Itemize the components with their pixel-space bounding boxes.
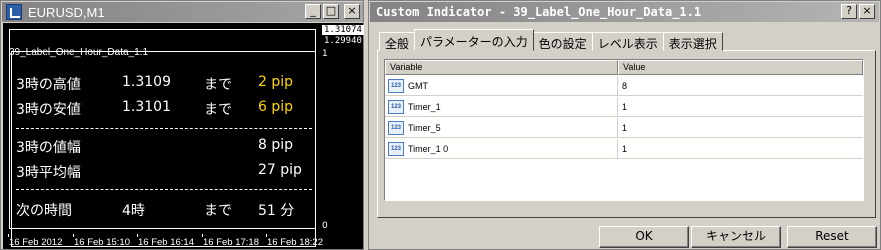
next-row: 次の時間 4時 まで 51 分 [12,200,317,222]
row-value[interactable]: 8 [622,81,627,91]
chart-window-icon [6,4,22,20]
low-pip: 6 pip [258,99,294,115]
row-variable: GMT [408,81,428,91]
range-label: 3時の値幅 [16,140,81,156]
low-label: 3時の安値 [16,102,81,118]
cancel-button[interactable]: キャンセル [691,226,781,248]
scale-min-label: 0 [322,221,328,231]
next-value: 4時 [122,203,145,219]
dialog-close-button[interactable]: × [859,4,875,19]
chart-titlebar[interactable]: EURUSD,M1 _ □ × [2,2,363,22]
grid-header: Variable Value [385,60,863,75]
help-button[interactable]: ? [841,4,857,19]
row-value[interactable]: 1 [622,102,627,112]
separator-2 [16,189,312,190]
table-row[interactable]: 123 Timer_5 1 [385,118,863,138]
time-label: 16 Feb 17:18 [203,237,259,248]
tab-colors[interactable]: 色の設定 [532,32,593,51]
avg-pip: 27 pip [258,162,302,178]
high-made: まで [204,77,232,93]
row-variable: Timer_1 [408,102,441,112]
high-value: 1.3109 [122,74,171,90]
tab-strip: 全般 パラメーターの入力 色の設定 レベル表示 表示選択 [379,29,723,51]
tab-general[interactable]: 全般 [379,32,416,51]
dialog-title: Custom Indicator - 39_Label_One_Hour_Dat… [376,5,702,19]
range-pip: 8 pip [258,137,294,153]
chart-title: EURUSD,M1 [28,4,105,20]
reset-button[interactable]: Reset [787,226,877,248]
parameters-grid[interactable]: Variable Value 123 GMT 8 123 Timer_1 1 123… [384,59,864,201]
table-row[interactable]: 123 Timer_1 0 1 [385,139,863,159]
integer-type-icon: 123 [388,100,404,114]
high-row: 3時の高値 1.3109 まで 2 pip [12,74,317,96]
minimize-button[interactable]: _ [305,4,321,19]
time-label: 16 Feb 2012 [9,237,63,248]
indicator-panel: 3時の高値 1.3109 まで 2 pip 3時の安値 1.3101 まで 6 … [11,51,316,247]
table-row[interactable]: 123 GMT 8 [385,76,863,96]
header-variable[interactable]: Variable [385,60,618,75]
next-label: 次の時間 [16,203,72,219]
time-axis[interactable]: 16 Feb 2012 16 Feb 15:10 16 Feb 16:14 16… [7,234,327,249]
price-label-second: 1.29940 [324,36,362,46]
custom-indicator-dialog: Custom Indicator - 39_Label_One_Hour_Dat… [368,0,881,250]
tab-inputs[interactable]: パラメーターの入力 [414,29,534,51]
next-made: まで [204,203,232,219]
separator-1 [16,128,312,129]
integer-type-icon: 123 [388,142,404,156]
header-value[interactable]: Value [618,60,863,75]
tab-levels[interactable]: レベル表示 [591,32,664,51]
maximize-button[interactable]: □ [323,4,339,19]
dialog-footer: OK キャンセル Reset [369,223,880,249]
integer-type-icon: 123 [388,79,404,93]
time-label: 16 Feb 16:14 [138,237,194,248]
row-variable: Timer_1 0 [408,144,449,154]
row-value[interactable]: 1 [622,144,627,154]
high-pip: 2 pip [258,74,294,90]
row-value[interactable]: 1 [622,123,627,133]
row-variable: Timer_5 [408,123,441,133]
avg-row: 3時平均幅 27 pip [12,162,317,184]
price-scale[interactable]: 1.31074 1.29940 1 0 [316,23,364,249]
scale-max-label: 1 [322,49,328,59]
low-made: まで [204,102,232,118]
avg-label: 3時平均幅 [16,165,81,181]
range-row: 3時の値幅 8 pip [12,137,317,159]
low-row: 3時の安値 1.3101 まで 6 pip [12,99,317,121]
time-label: 16 Feb 15:10 [74,237,130,248]
next-min: 51 分 [258,203,295,219]
close-button[interactable]: × [344,4,360,19]
ok-button[interactable]: OK [599,226,689,248]
chart-window: EURUSD,M1 _ □ × 39_Label_One_Hour_Data_1… [0,0,364,250]
dialog-titlebar[interactable]: Custom Indicator - 39_Label_One_Hour_Dat… [370,2,879,22]
time-label: 16 Feb 18:22 [267,237,323,248]
low-value: 1.3101 [122,99,171,115]
tab-visualization[interactable]: 表示選択 [662,32,723,51]
table-row[interactable]: 123 Timer_1 1 [385,97,863,117]
chart-area[interactable]: 39_Label_One_Hour_Data_1.1 3時の高値 1.3109 … [3,23,364,249]
price-label-top: 1.31074 [322,25,364,35]
high-label: 3時の高値 [16,77,81,93]
integer-type-icon: 123 [388,121,404,135]
